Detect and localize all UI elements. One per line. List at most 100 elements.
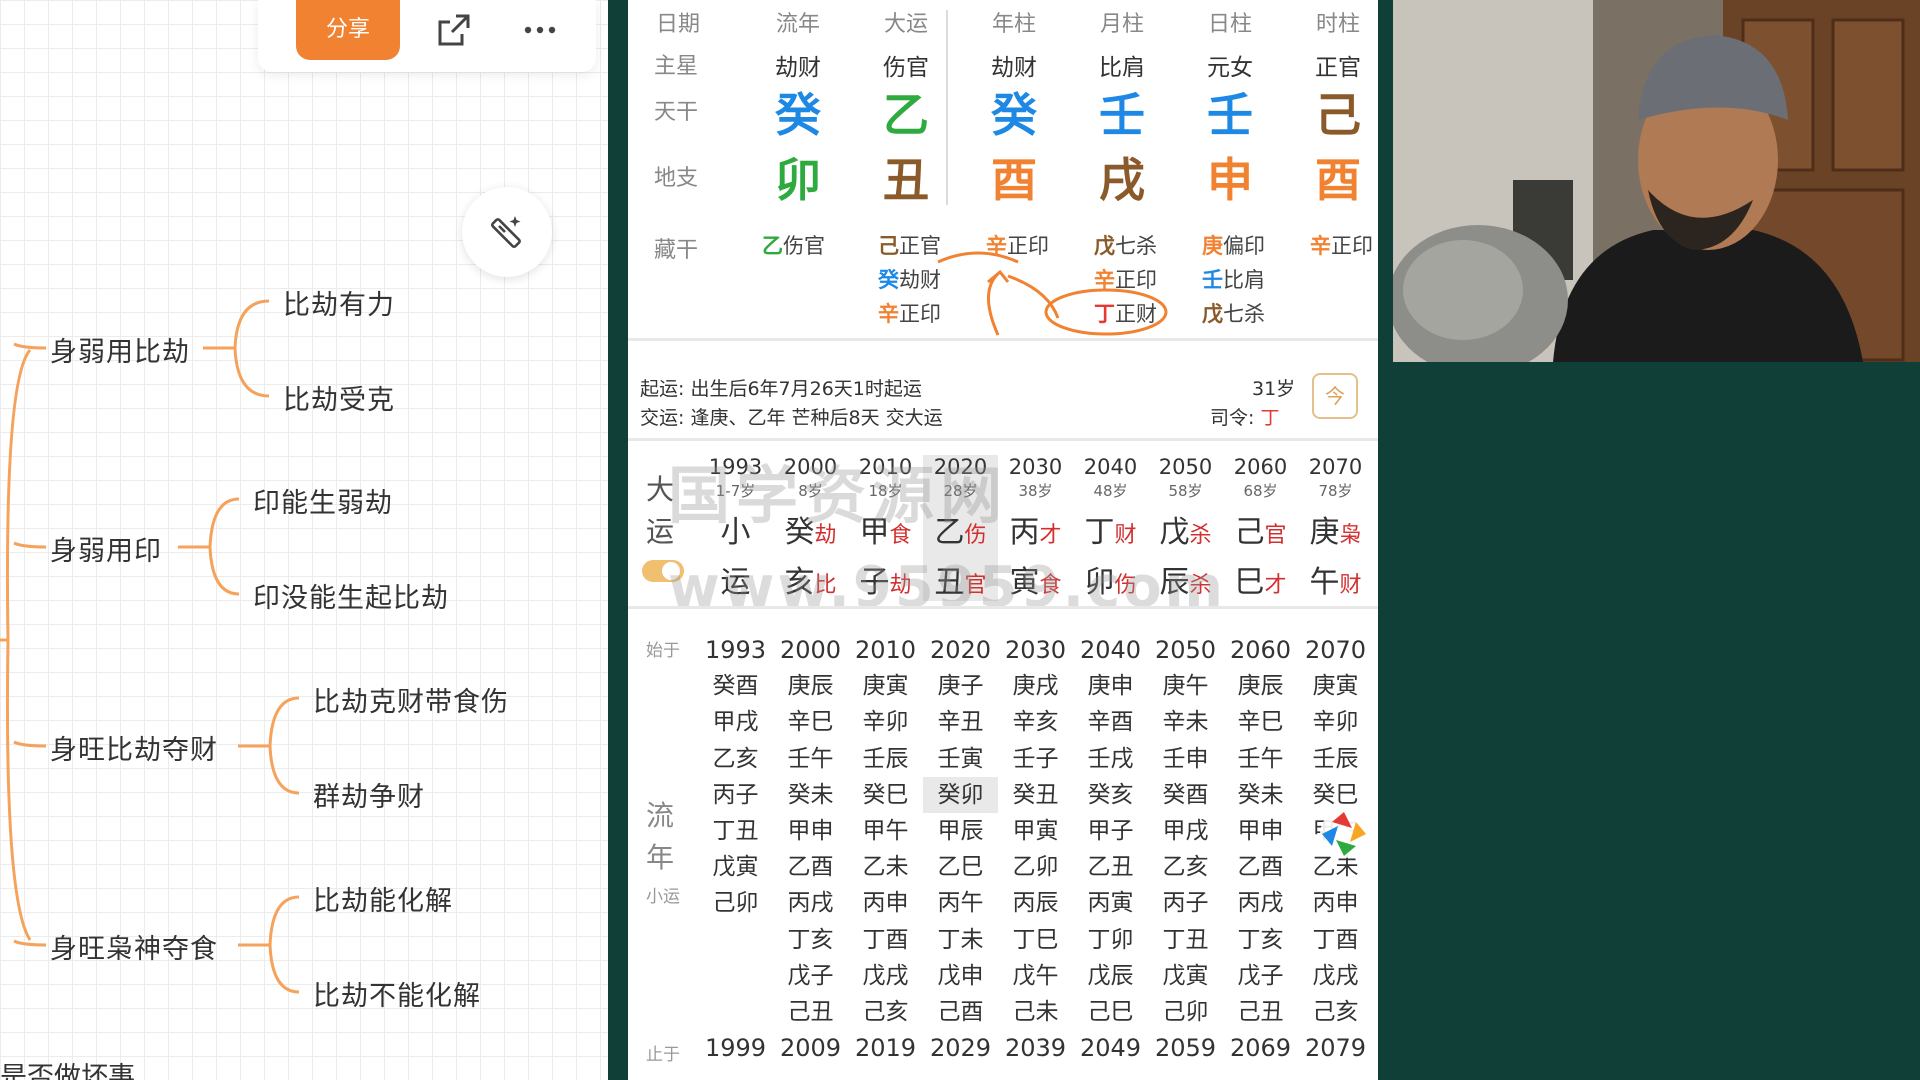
liunian-cell[interactable]: 庚子 — [923, 668, 998, 704]
liunian-cell[interactable]: 辛酉 — [1073, 704, 1148, 740]
mind-map-child-node[interactable]: 群劫争财 — [313, 775, 425, 814]
liunian-cell[interactable]: 乙亥 — [698, 741, 773, 777]
liunian-cell[interactable]: 丁丑 — [698, 813, 773, 849]
share-button[interactable]: 分享 — [296, 0, 400, 60]
mind-map-child-node[interactable]: 印能生弱劫 — [253, 481, 393, 520]
liunian-cell[interactable]: 丙申 — [1298, 885, 1373, 921]
liunian-cell[interactable]: 庚午 — [1148, 668, 1223, 704]
liunian-cell[interactable]: 己亥 — [848, 994, 923, 1030]
liunian-cell[interactable]: 辛卯 — [848, 704, 923, 740]
liunian-cell[interactable]: 辛丑 — [923, 704, 998, 740]
liunian-cell[interactable]: 丙子 — [698, 777, 773, 813]
liunian-cell[interactable]: 丙午 — [923, 885, 998, 921]
liunian-cell[interactable]: 丙戌 — [773, 885, 848, 921]
liunian-cell[interactable]: 庚寅 — [1298, 668, 1373, 704]
mind-map-canvas[interactable]: 分享 身弱用比劫 比劫有力 比劫受克 身弱用印 印能生弱劫 印没能生起比劫 身旺比劫夺财 比劫… — [0, 0, 608, 1080]
liunian-cell[interactable]: 乙丑 — [1073, 849, 1148, 885]
liunian-cell[interactable]: 壬戌 — [1073, 741, 1148, 777]
liunian-cell[interactable]: 己酉 — [923, 994, 998, 1030]
liunian-cell[interactable]: 己丑 — [773, 994, 848, 1030]
liunian-cell[interactable]: 乙亥 — [1148, 849, 1223, 885]
liunian-cell[interactable]: 丁酉 — [1298, 922, 1373, 958]
liunian-cell[interactable]: 庚辰 — [773, 668, 848, 704]
liunian-cell[interactable]: 甲午 — [848, 813, 923, 849]
liunian-cell[interactable]: 己卯 — [1148, 994, 1223, 1030]
dayun-column[interactable]: 2060 68岁 己官 巳才 — [1223, 455, 1298, 601]
liunian-cell[interactable]: 己丑 — [1223, 994, 1298, 1030]
liunian-cell[interactable]: 丁酉 — [848, 922, 923, 958]
liunian-cell[interactable]: 戊子 — [773, 958, 848, 994]
liunian-cell[interactable]: 癸未 — [1223, 777, 1298, 813]
liunian-cell[interactable]: 庚寅 — [848, 668, 923, 704]
liunian-cell[interactable]: 壬辰 — [848, 741, 923, 777]
liunian-cell[interactable]: 癸亥 — [1073, 777, 1148, 813]
liunian-cell[interactable]: 丙辰 — [998, 885, 1073, 921]
liunian-cell[interactable]: 辛卯 — [1298, 704, 1373, 740]
mind-map-child-node[interactable]: 比劫不能化解 — [313, 974, 481, 1013]
liunian-cell[interactable]: 壬午 — [773, 741, 848, 777]
liunian-cell[interactable]: 癸丑 — [998, 777, 1073, 813]
liunian-cell[interactable]: 丁亥 — [773, 922, 848, 958]
liunian-cell[interactable]: 甲辰 — [923, 813, 998, 849]
liunian-cell[interactable]: 癸酉 — [698, 668, 773, 704]
liunian-cell[interactable]: 丙戌 — [1223, 885, 1298, 921]
mind-map-node-3[interactable]: 身旺比劫夺财 — [50, 728, 218, 767]
liunian-cell[interactable]: 辛亥 — [998, 704, 1073, 740]
liunian-cell[interactable]: 乙巳 — [923, 849, 998, 885]
liunian-cell[interactable]: 丙寅 — [1073, 885, 1148, 921]
liunian-cell[interactable]: 丙子 — [1148, 885, 1223, 921]
liunian-cell[interactable]: 丁亥 — [1223, 922, 1298, 958]
liunian-cell[interactable]: 丁未 — [923, 922, 998, 958]
liunian-cell[interactable]: 辛巳 — [773, 704, 848, 740]
liunian-cell[interactable]: 戊午 — [998, 958, 1073, 994]
liunian-cell[interactable]: 庚申 — [1073, 668, 1148, 704]
mind-map-child-node[interactable]: 比劫能化解 — [313, 879, 453, 918]
mind-map-child-node[interactable]: 比劫受克 — [283, 378, 395, 417]
share-out-icon[interactable] — [434, 10, 474, 50]
camera-shutter-icon[interactable] — [1318, 808, 1370, 860]
more-icon[interactable] — [520, 10, 560, 50]
liunian-cell[interactable]: 丁丑 — [1148, 922, 1223, 958]
liunian-cell[interactable]: 丁卯 — [1073, 922, 1148, 958]
liunian-cell[interactable]: 甲戌 — [1148, 813, 1223, 849]
mind-map-child-node[interactable]: 印没能生起比劫 — [253, 576, 449, 615]
liunian-cell[interactable]: 庚戌 — [998, 668, 1073, 704]
liunian-cell[interactable]: 丁巳 — [998, 922, 1073, 958]
mind-map-node-4[interactable]: 身旺枭神夺食 — [50, 927, 218, 966]
liunian-cell[interactable]: 己巳 — [1073, 994, 1148, 1030]
liunian-cell[interactable]: 己亥 — [1298, 994, 1373, 1030]
liunian-cell[interactable]: 甲申 — [773, 813, 848, 849]
liunian-cell[interactable]: 甲子 — [1073, 813, 1148, 849]
liunian-cell[interactable]: 壬子 — [998, 741, 1073, 777]
liunian-cell[interactable]: 癸卯 — [923, 776, 998, 813]
liunian-cell[interactable]: 戊戌 — [1298, 958, 1373, 994]
liunian-cell[interactable]: 辛未 — [1148, 704, 1223, 740]
magic-wand-button[interactable] — [462, 187, 552, 277]
mind-map-node-2[interactable]: 身弱用印 — [50, 529, 162, 568]
liunian-cell[interactable]: 己卯 — [698, 885, 773, 921]
liunian-cell[interactable]: 甲寅 — [998, 813, 1073, 849]
liunian-cell[interactable]: 癸未 — [773, 777, 848, 813]
mind-map-node-1[interactable]: 身弱用比劫 — [50, 330, 190, 369]
mind-map-node-partial[interactable]: 是否做坏事 — [0, 1055, 135, 1080]
calendar-icon[interactable]: 今 — [1312, 373, 1358, 419]
liunian-cell[interactable]: 戊寅 — [1148, 958, 1223, 994]
liunian-cell[interactable]: 壬寅 — [923, 741, 998, 777]
mind-map-child-node[interactable]: 比劫有力 — [283, 283, 395, 322]
liunian-cell[interactable]: 戊寅 — [698, 849, 773, 885]
liunian-cell[interactable]: 甲申 — [1223, 813, 1298, 849]
liunian-cell[interactable] — [698, 922, 773, 958]
mind-map-child-node[interactable]: 比劫克财带食伤 — [313, 680, 509, 719]
liunian-cell[interactable]: 戊辰 — [1073, 958, 1148, 994]
liunian-cell[interactable]: 壬午 — [1223, 741, 1298, 777]
liunian-cell[interactable]: 癸酉 — [1148, 777, 1223, 813]
liunian-cell[interactable]: 辛巳 — [1223, 704, 1298, 740]
liunian-cell[interactable] — [698, 958, 773, 994]
liunian-cell[interactable]: 乙酉 — [773, 849, 848, 885]
liunian-cell[interactable]: 庚辰 — [1223, 668, 1298, 704]
liunian-cell[interactable]: 甲戌 — [698, 704, 773, 740]
liunian-cell[interactable]: 戊申 — [923, 958, 998, 994]
liunian-cell[interactable]: 乙未 — [848, 849, 923, 885]
liunian-cell[interactable]: 壬辰 — [1298, 741, 1373, 777]
liunian-cell[interactable]: 丙申 — [848, 885, 923, 921]
